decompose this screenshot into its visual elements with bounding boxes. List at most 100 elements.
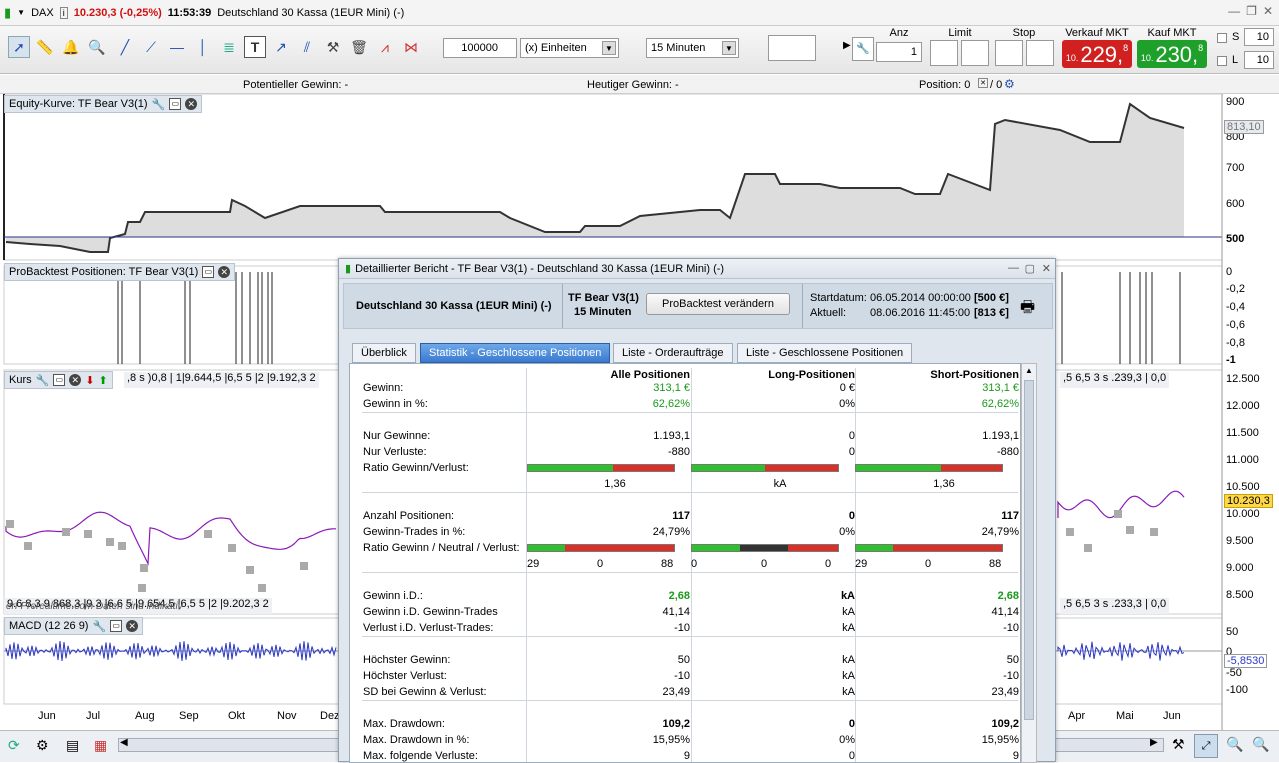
kurs-panel-label: Kurs 🔧 ▭ ✕ ⬇ ⬆ xyxy=(4,371,113,389)
scroll-right-icon[interactable]: ▶ xyxy=(1150,737,1158,748)
tab-closed-positions[interactable]: Liste - Geschlossene Positionen xyxy=(737,343,913,363)
stat-all: 9 xyxy=(683,750,690,762)
restore-icon[interactable]: ❐ xyxy=(1246,4,1257,18)
window-icon[interactable]: ▭ xyxy=(110,620,123,632)
trade-marker xyxy=(140,564,148,572)
s-input[interactable]: 10 xyxy=(1244,28,1274,46)
anz-input[interactable]: 1 xyxy=(876,42,922,62)
buy-arrow-icon[interactable]: ⬆ xyxy=(99,374,108,387)
equity-panel-title: Equity-Kurve: TF Bear V3(1) xyxy=(9,98,148,110)
ruler-tool-icon[interactable]: 📏 xyxy=(34,36,56,58)
indicator-add-icon[interactable]: ⚙ xyxy=(36,737,49,754)
zoom-tool-icon[interactable]: 🔍 xyxy=(86,36,108,58)
print-icon[interactable]: 🖶 xyxy=(1020,296,1035,323)
divider xyxy=(362,492,1018,493)
l-checkbox[interactable] xyxy=(1217,56,1227,66)
start-value: 06.05.2014 00:00:00 xyxy=(870,292,971,304)
close-icon[interactable]: ✕ xyxy=(218,266,231,278)
s-checkbox[interactable] xyxy=(1217,33,1227,43)
fibonacci-icon[interactable]: ≣ xyxy=(218,36,240,58)
wrench-icon[interactable]: 🔧 xyxy=(152,98,166,111)
close-icon[interactable]: ✕ xyxy=(185,98,198,110)
alert-bell-icon[interactable]: 🔔 xyxy=(60,36,82,58)
pointer-tool-icon[interactable]: ➚ xyxy=(8,36,30,58)
line-tool-icon[interactable]: ╱ xyxy=(114,36,136,58)
stat-long: kA xyxy=(842,622,855,634)
stat-long: 0 € xyxy=(839,382,855,394)
close-icon[interactable]: ✕ xyxy=(69,374,82,386)
axis-tick: 600 xyxy=(1226,198,1245,210)
scroll-thumb[interactable] xyxy=(1024,380,1034,720)
axis-tick: 9.500 xyxy=(1226,535,1254,547)
wrench-icon[interactable]: 🔧 xyxy=(852,37,874,61)
sell-price-small: 10. xyxy=(1065,53,1079,63)
maximize-icon[interactable]: ▢ xyxy=(1025,262,1035,275)
stop-sell-button[interactable] xyxy=(1026,40,1054,66)
scroll-up-icon[interactable]: ▲ xyxy=(1023,366,1035,378)
tab-overview[interactable]: Überblick xyxy=(352,343,416,363)
wrench-icon[interactable]: 🔧 xyxy=(92,620,106,633)
autoscale-icon[interactable]: ⤢ xyxy=(1194,734,1218,758)
buy-market-button[interactable]: 10. 230, 8 xyxy=(1137,40,1207,68)
window-icon[interactable]: ▭ xyxy=(202,266,215,278)
interval-select[interactable]: 15 Minuten ▼ xyxy=(646,38,739,58)
trash-icon[interactable]: 🗑 xyxy=(348,36,370,58)
dropdown-arrow-icon[interactable]: ▼ xyxy=(17,8,25,17)
close-icon[interactable]: ✕ xyxy=(1042,262,1051,275)
window-icon[interactable]: ▭ xyxy=(169,98,182,110)
modify-backtest-button[interactable]: ProBacktest verändern xyxy=(646,293,790,315)
vertical-scrollbar[interactable]: ▲ xyxy=(1021,363,1037,763)
horizontal-line-icon[interactable]: ― xyxy=(166,36,188,58)
tools-icon[interactable]: ⚒ xyxy=(322,36,344,58)
pattern-icon[interactable]: ⋈ xyxy=(400,36,422,58)
stat-label: Ratio Gewinn/Verlust: xyxy=(363,462,469,474)
tab-statistics-closed[interactable]: Statistik - Geschlossene Positionen xyxy=(420,343,611,363)
ray-tool-icon[interactable]: ⟋ xyxy=(140,36,162,58)
stat-label: Höchster Verlust: xyxy=(363,670,447,682)
stop-buy-button[interactable] xyxy=(995,40,1023,66)
scroll-left-icon[interactable]: ◀ xyxy=(120,737,128,748)
limit-sell-button[interactable] xyxy=(961,40,989,66)
stat-all: -10 xyxy=(674,622,690,634)
minimize-icon[interactable]: — xyxy=(1008,262,1019,274)
stat-row: Gewinn: 313,1 € 0 € 313,1 € xyxy=(350,380,1020,396)
close-icon[interactable]: ✕ xyxy=(1263,4,1273,18)
window-titlebar: ▮ ▼ DAX i 10.230,3 (-0,25%) 11:53:39 Deu… xyxy=(0,0,1279,26)
channel-tool-icon[interactable]: ⫽ xyxy=(296,36,318,58)
collapse-arrow-icon[interactable]: ▶ xyxy=(843,40,851,51)
stat-short: 1.193,1 xyxy=(982,430,1019,442)
settings-gear-icon[interactable]: ⚙ xyxy=(1004,77,1015,91)
chart-type-button[interactable] xyxy=(768,35,816,61)
trade-marker xyxy=(24,542,32,550)
indicator-icon[interactable]: ⩘ xyxy=(374,36,396,58)
stat-long: 0 xyxy=(848,510,855,522)
trade-marker xyxy=(118,542,126,550)
report-icon[interactable]: ▤ xyxy=(66,737,79,754)
zoom-out-icon[interactable]: 🔍 xyxy=(1226,736,1243,753)
arrow-tool-icon[interactable]: ↗ xyxy=(270,36,292,58)
wrench-icon[interactable]: 🔧 xyxy=(36,374,50,387)
tab-order-list[interactable]: Liste - Orderaufträge xyxy=(613,343,733,363)
vertical-line-icon[interactable]: │ xyxy=(192,36,214,58)
minimize-icon[interactable]: — xyxy=(1228,4,1240,18)
window-icon[interactable]: ▭ xyxy=(53,374,66,386)
zoom-in-icon[interactable]: 🔍 xyxy=(1252,736,1269,753)
position-close-icon[interactable]: ✕ xyxy=(978,78,988,88)
l-input[interactable]: 10 xyxy=(1244,51,1274,69)
close-icon[interactable]: ✕ xyxy=(126,620,139,632)
sell-arrow-icon[interactable]: ⬇ xyxy=(85,374,94,387)
chart-settings-icon[interactable]: ⚒ xyxy=(1172,736,1185,753)
units-select[interactable]: (x) Einheiten ▼ xyxy=(520,38,619,58)
limit-buy-button[interactable] xyxy=(930,40,958,66)
quantity-input[interactable]: 100000 xyxy=(443,38,517,58)
refresh-icon[interactable]: ⟳ xyxy=(8,737,20,754)
info-icon[interactable]: i xyxy=(59,6,68,19)
text-tool-icon[interactable]: T xyxy=(244,36,266,58)
stat-long: 0% xyxy=(839,398,855,410)
report-timeframe: 15 Minuten xyxy=(574,306,632,318)
layout-icon[interactable]: ▦ xyxy=(94,737,107,754)
axis-tick: -0,4 xyxy=(1226,301,1245,313)
sell-market-button[interactable]: 10. 229, 8 xyxy=(1062,40,1132,68)
macd-panel-title: MACD (12 26 9) xyxy=(9,620,89,632)
stat-all: 62,62% xyxy=(652,398,690,410)
